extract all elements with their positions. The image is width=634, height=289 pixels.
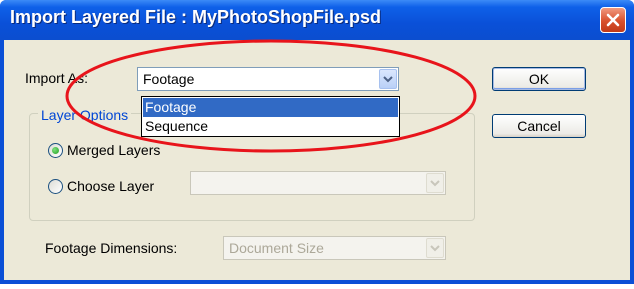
dropdown-option-label: Footage: [145, 99, 197, 115]
dropdown-option-sequence[interactable]: Sequence: [143, 117, 398, 136]
import-as-selected-value: Footage: [143, 71, 195, 87]
radio-selected-dot: [52, 147, 59, 154]
window-title: Import Layered File : MyPhotoShopFile.ps…: [10, 7, 382, 27]
ok-button[interactable]: OK: [492, 67, 586, 91]
dropdown-option-label: Sequence: [145, 118, 209, 134]
import-as-dropdown-list: Footage Sequence: [141, 96, 400, 137]
layer-options-legend: Layer Options: [38, 107, 132, 123]
cancel-button[interactable]: Cancel: [492, 114, 586, 138]
chevron-down-icon: [430, 180, 440, 187]
import-dialog-window: Import Layered File : MyPhotoShopFile.ps…: [0, 0, 634, 284]
footage-dimensions-dropdown-button: [426, 238, 444, 258]
close-button[interactable]: [600, 7, 626, 33]
import-as-dropdown-button[interactable]: [379, 69, 397, 89]
merged-layers-radio[interactable]: [48, 143, 63, 158]
title-bar[interactable]: Import Layered File : MyPhotoShopFile.ps…: [0, 0, 634, 40]
footage-dimensions-label: Footage Dimensions:: [45, 240, 178, 256]
chevron-down-icon: [430, 245, 440, 252]
footage-dimensions-select: Document Size: [223, 236, 446, 260]
merged-layers-label[interactable]: Merged Layers: [67, 142, 160, 158]
choose-layer-label[interactable]: Choose Layer: [67, 178, 154, 194]
choose-layer-radio[interactable]: [48, 179, 63, 194]
dialog-body: Import As: Footage Layer Options Merged …: [4, 40, 630, 280]
import-as-label: Import As:: [25, 70, 89, 86]
choose-layer-select: [190, 171, 446, 195]
dropdown-option-footage[interactable]: Footage: [143, 98, 398, 117]
choose-layer-dropdown-button: [426, 173, 444, 193]
import-as-select[interactable]: Footage: [137, 67, 399, 91]
chevron-down-icon: [383, 76, 393, 83]
close-icon: [606, 13, 620, 27]
footage-dimensions-value: Document Size: [229, 240, 324, 256]
